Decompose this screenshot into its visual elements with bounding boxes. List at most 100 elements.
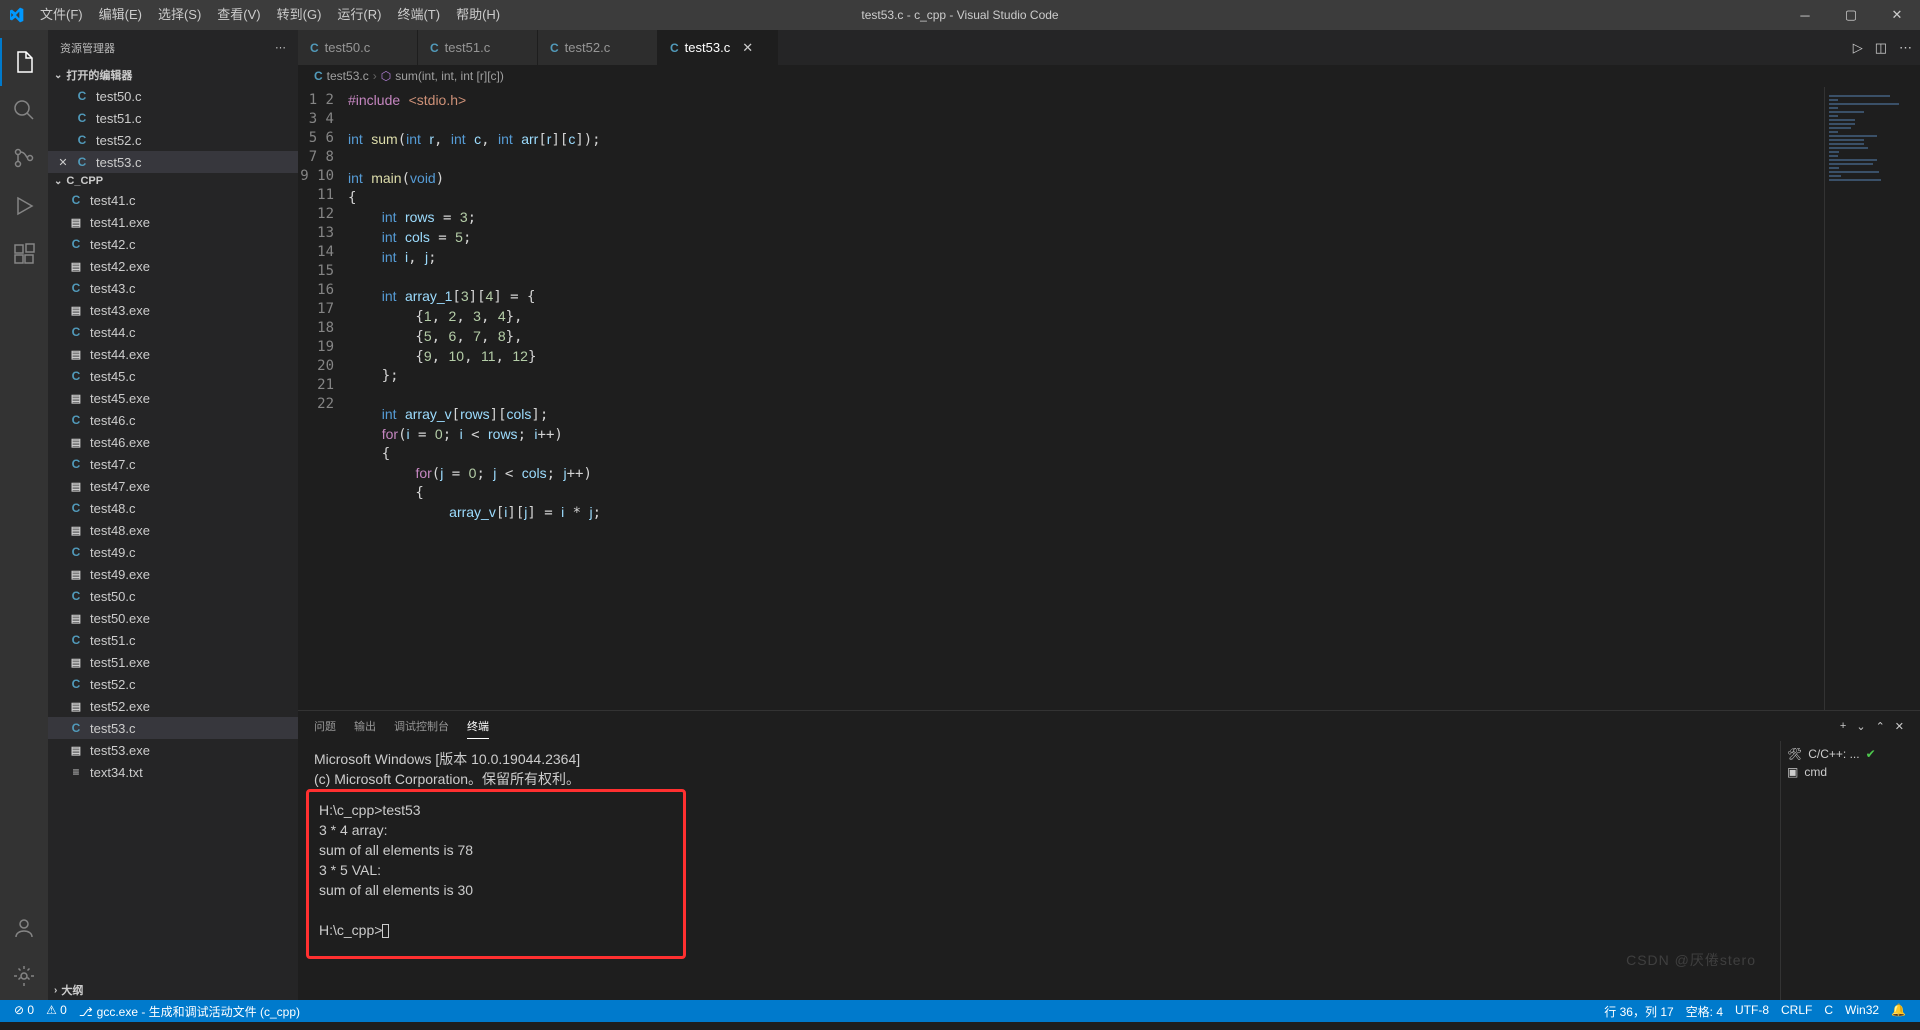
file-tree-item[interactable]: ▤test50.exe [48, 607, 298, 629]
source-control-icon[interactable] [0, 134, 48, 182]
file-tree-item[interactable]: ▤test47.exe [48, 475, 298, 497]
account-icon[interactable] [0, 904, 48, 952]
menu-item[interactable]: 选择(S) [150, 7, 209, 22]
terminal-list: 🛠C/C++: ... ✔▣cmd [1780, 741, 1920, 1000]
file-tree-item[interactable]: ≡text34.txt [48, 761, 298, 783]
terminal-icon: ▣ [1787, 765, 1798, 779]
sidebar-title: 资源管理器 ⋯ [48, 30, 298, 65]
menu-item[interactable]: 文件(F) [32, 7, 91, 22]
file-tree-item[interactable]: Ctest46.c [48, 409, 298, 431]
file-tree-item[interactable]: Ctest42.c [48, 233, 298, 255]
c-file-icon: C [68, 193, 84, 207]
file-tree-item[interactable]: ▤test49.exe [48, 563, 298, 585]
menu-item[interactable]: 查看(V) [209, 7, 268, 22]
open-editors-section[interactable]: ⌄ 打开的编辑器 [48, 65, 298, 85]
status-item[interactable]: CRLF [1775, 1003, 1818, 1020]
file-tree-item[interactable]: ▤test45.exe [48, 387, 298, 409]
maximize-panel-icon[interactable]: ⌃ [1876, 720, 1885, 733]
editor-tab[interactable]: Ctest52.c✕ [538, 30, 658, 65]
maximize-button[interactable]: ▢ [1828, 0, 1874, 30]
status-item[interactable]: 🔔 [1885, 1003, 1912, 1020]
c-file-icon: C [68, 413, 84, 427]
editor-tabs: Ctest50.c✕Ctest51.c✕Ctest52.c✕Ctest53.c✕… [298, 30, 1920, 65]
extensions-icon[interactable] [0, 230, 48, 278]
terminal-task-item[interactable]: ▣cmd [1787, 763, 1914, 781]
exe-file-icon: ▤ [68, 216, 84, 229]
split-editor-icon[interactable]: ◫ [1875, 40, 1887, 56]
file-tree-item[interactable]: ▤test48.exe [48, 519, 298, 541]
c-file-icon: C [74, 111, 90, 125]
more-icon[interactable]: ⋯ [275, 41, 286, 54]
minimap[interactable] [1824, 87, 1920, 710]
breadcrumb[interactable]: C test53.c › ⬡ sum(int, int, int [r][c]) [298, 65, 1920, 87]
panel-tab[interactable]: 终端 [467, 714, 489, 739]
file-tree-item[interactable]: ▤test51.exe [48, 651, 298, 673]
close-button[interactable]: ✕ [1874, 0, 1920, 30]
file-tree[interactable]: Ctest41.c▤test41.exeCtest42.c▤test42.exe… [48, 189, 298, 980]
file-tree-item[interactable]: Ctest51.c [48, 629, 298, 651]
file-tree-item[interactable]: ▤test44.exe [48, 343, 298, 365]
menu-item[interactable]: 编辑(E) [91, 7, 150, 22]
exe-file-icon: ▤ [68, 568, 84, 581]
menu-item[interactable]: 帮助(H) [448, 7, 508, 22]
c-file-icon: C [430, 41, 439, 55]
explorer-icon[interactable] [0, 38, 48, 86]
run-debug-icon[interactable] [0, 182, 48, 230]
file-tree-item[interactable]: Ctest41.c [48, 189, 298, 211]
status-item[interactable]: ⊘ 0 [8, 1003, 40, 1020]
editor-tab[interactable]: Ctest53.c✕ [658, 30, 778, 65]
file-tree-item[interactable]: ▤test42.exe [48, 255, 298, 277]
new-terminal-icon[interactable]: + [1840, 720, 1846, 733]
search-icon[interactable] [0, 86, 48, 134]
status-item[interactable]: C [1818, 1003, 1839, 1020]
file-tree-item[interactable]: Ctest44.c [48, 321, 298, 343]
run-icon[interactable]: ▷ [1853, 40, 1863, 56]
status-item[interactable]: 行 36，列 17 [1598, 1003, 1679, 1020]
close-icon[interactable]: ✕ [742, 40, 753, 56]
file-tree-item[interactable]: Ctest47.c [48, 453, 298, 475]
activity-bar [0, 30, 48, 1000]
open-editor-item[interactable]: ✕Ctest50.c [48, 85, 298, 107]
file-tree-item[interactable]: Ctest49.c [48, 541, 298, 563]
file-tree-item[interactable]: Ctest43.c [48, 277, 298, 299]
folder-section[interactable]: ⌄ C_CPP [48, 173, 298, 189]
chevron-down-icon[interactable]: ⌄ [1856, 720, 1865, 733]
file-tree-item[interactable]: ▤test41.exe [48, 211, 298, 233]
more-icon[interactable]: ⋯ [1899, 40, 1912, 56]
file-tree-item[interactable]: Ctest48.c [48, 497, 298, 519]
panel-tab[interactable]: 调试控制台 [394, 714, 449, 739]
terminal-task-item[interactable]: 🛠C/C++: ... ✔ [1787, 745, 1914, 763]
file-tree-item[interactable]: Ctest53.c [48, 717, 298, 739]
file-tree-item[interactable]: Ctest52.c [48, 673, 298, 695]
outline-section[interactable]: › 大纲 [48, 980, 298, 1000]
status-item[interactable]: ⎇gcc.exe - 生成和调试活动文件 (c_cpp) [73, 1003, 306, 1020]
file-tree-item[interactable]: ▤test46.exe [48, 431, 298, 453]
c-file-icon: C [68, 325, 84, 339]
open-editor-item[interactable]: ✕Ctest53.c [48, 151, 298, 173]
c-file-icon: C [68, 633, 84, 647]
file-tree-item[interactable]: Ctest45.c [48, 365, 298, 387]
panel-tab[interactable]: 输出 [354, 714, 376, 739]
editor-tab[interactable]: Ctest50.c✕ [298, 30, 418, 65]
menu-item[interactable]: 转到(G) [269, 7, 330, 22]
file-tree-item[interactable]: ▤test53.exe [48, 739, 298, 761]
panel-tab[interactable]: 问题 [314, 714, 336, 739]
editor-tab[interactable]: Ctest51.c✕ [418, 30, 538, 65]
status-item[interactable]: 空格: 4 [1680, 1003, 1729, 1020]
terminal[interactable]: Microsoft Windows [版本 10.0.19044.2364](c… [298, 741, 1780, 1000]
gear-icon[interactable] [0, 952, 48, 1000]
open-editor-item[interactable]: ✕Ctest51.c [48, 107, 298, 129]
close-panel-icon[interactable]: ✕ [1895, 720, 1904, 733]
menu-item[interactable]: 终端(T) [389, 7, 448, 22]
open-editor-item[interactable]: ✕Ctest52.c [48, 129, 298, 151]
file-tree-item[interactable]: ▤test43.exe [48, 299, 298, 321]
file-tree-item[interactable]: Ctest50.c [48, 585, 298, 607]
status-item[interactable]: Win32 [1839, 1003, 1885, 1020]
minimize-button[interactable]: ─ [1782, 0, 1828, 30]
status-item[interactable]: UTF-8 [1729, 1003, 1775, 1020]
close-icon[interactable]: ✕ [56, 156, 70, 169]
code-editor[interactable]: #include <stdio.h> int sum(int r, int c,… [348, 87, 1824, 710]
status-item[interactable]: ⚠ 0 [40, 1003, 73, 1020]
file-tree-item[interactable]: ▤test52.exe [48, 695, 298, 717]
menu-item[interactable]: 运行(R) [329, 7, 389, 22]
